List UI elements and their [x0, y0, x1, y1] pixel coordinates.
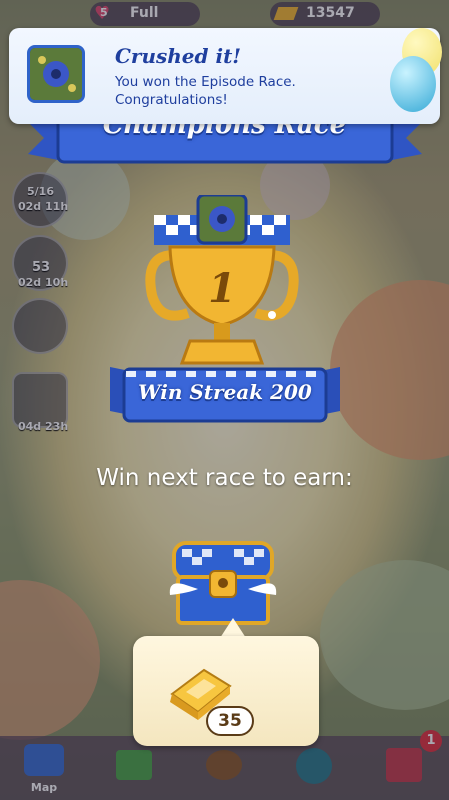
flower-avatar-icon	[30, 48, 82, 100]
trophy-place-number: 1	[208, 265, 236, 312]
toast-message: You won the Episode Race. Congratulation…	[115, 74, 296, 108]
treasure-chest-icon	[169, 541, 277, 625]
notification-toast[interactable]: Crushed it! You won the Episode Race. Co…	[9, 28, 440, 124]
balloon-icon	[390, 56, 436, 112]
win-streak-label: Win Streak 200	[138, 380, 312, 404]
reward-count: 35	[206, 706, 254, 736]
reward-prompt: Win next race to earn:	[96, 465, 353, 491]
trophy: 1	[144, 193, 300, 375]
avatar	[27, 45, 85, 103]
bubble-pointer	[220, 618, 246, 638]
toast-title: Crushed it!	[115, 44, 242, 68]
reward-chest	[168, 535, 278, 630]
